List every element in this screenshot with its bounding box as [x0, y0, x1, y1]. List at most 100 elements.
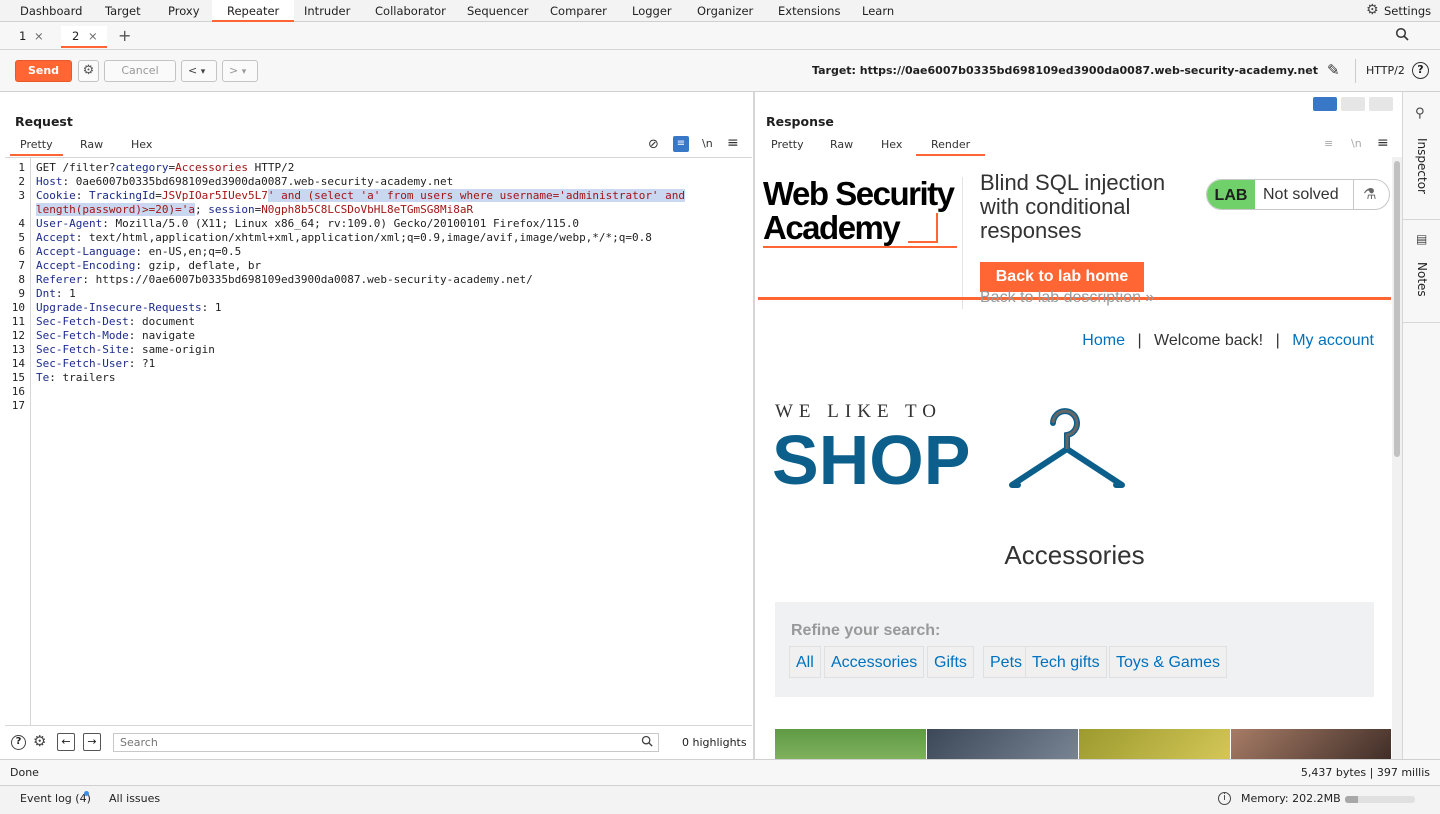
tab-hex[interactable]: Hex [881, 136, 902, 156]
target-url[interactable]: Target: https://0ae6007b0335bd698109ed39… [812, 64, 1318, 77]
add-tab-button[interactable]: + [118, 26, 131, 45]
nav-home-link[interactable]: Home [1082, 332, 1125, 349]
gear-icon[interactable]: ⚙ [33, 732, 46, 750]
product-image[interactable] [1231, 729, 1391, 759]
tab-raw[interactable]: Raw [830, 136, 853, 156]
render-scrollbar[interactable] [1392, 157, 1402, 759]
all-issues-link[interactable]: All issues [109, 792, 160, 805]
code-line[interactable]: Te: trailers [36, 371, 115, 384]
tab-pretty[interactable]: Pretty [10, 136, 63, 156]
code-line[interactable]: User-Agent: Mozilla/5.0 (X11; Linux x86_… [36, 217, 579, 230]
gear-icon[interactable]: ⚙ [1366, 2, 1379, 18]
repeater-tab-1[interactable]: 1 × [8, 26, 50, 48]
split-vertical-icon[interactable] [1341, 97, 1365, 111]
filter-pets[interactable]: Pets [983, 646, 1030, 678]
menu-repeater[interactable]: Repeater [212, 0, 295, 22]
request-editor[interactable]: 1 2 3 4 5 6 7 8 9 10 11 12 13 14 15 16 17 GET /filter?ca… [5, 157, 752, 726]
notes-icon[interactable]: ▤ [1416, 232, 1427, 246]
help-icon[interactable]: ? [1412, 62, 1429, 79]
product-image[interactable] [775, 729, 926, 759]
show-newlines-icon[interactable]: \n [702, 137, 713, 150]
code-line[interactable]: Sec-Fetch-Mode: navigate [36, 329, 195, 342]
repeater-tab-2[interactable]: 2 × [61, 26, 107, 48]
notes-tab[interactable]: Notes [1405, 262, 1439, 297]
code-line[interactable]: Dnt: 1 [36, 287, 76, 300]
cancel-button[interactable]: Cancel [104, 60, 176, 82]
hide-nonprintable-eye-icon[interactable]: ⊘ [648, 137, 659, 152]
search-icon[interactable] [1395, 27, 1409, 44]
send-button[interactable]: Send [15, 60, 72, 82]
nav-my-account-link[interactable]: My account [1292, 332, 1374, 349]
wrap-lines-icon[interactable]: ≡ [673, 136, 689, 152]
code-line[interactable]: Host: 0ae6007b0335bd698109ed3900da0087.w… [36, 175, 453, 188]
menu-organizer[interactable]: Organizer [697, 0, 753, 22]
menu-icon[interactable]: ≡ [727, 135, 739, 151]
single-view-icon[interactable] [1369, 97, 1393, 111]
edit-pencil-icon[interactable]: ✎ [1327, 61, 1340, 79]
chevron-down-icon[interactable]: ▾ [201, 67, 206, 77]
code-line[interactable]: length(password)>=20)='a; session=N0gph8… [36, 203, 473, 216]
send-settings-gear-icon[interactable]: ⚙ [78, 60, 99, 82]
show-newlines-icon[interactable]: \n [1351, 137, 1362, 150]
tab-raw[interactable]: Raw [80, 136, 103, 156]
line-gutter: 1 2 3 4 5 6 7 8 9 10 11 12 13 14 15 16 17 [5, 158, 31, 726]
code-line[interactable]: Accept-Language: en-US,en;q=0.5 [36, 245, 241, 258]
inspector-icon[interactable]: ⚲ [1415, 106, 1425, 121]
tab-hex[interactable]: Hex [131, 136, 152, 156]
filter-tech-gifts[interactable]: Tech gifts [1025, 646, 1107, 678]
code-line[interactable]: GET /filter?category=Accessories HTTP/2 [36, 161, 294, 174]
menu-sequencer[interactable]: Sequencer [467, 0, 528, 22]
code-line[interactable]: Sec-Fetch-Site: same-origin [36, 343, 215, 356]
product-image[interactable] [927, 729, 1078, 759]
filter-all[interactable]: All [789, 646, 821, 678]
menu-collaborator[interactable]: Collaborator [375, 0, 446, 22]
code-line[interactable]: Accept-Encoding: gzip, deflate, br [36, 259, 261, 272]
back-to-lab-home-button[interactable]: Back to lab home [980, 262, 1144, 292]
arrow-right-icon[interactable]: → [83, 733, 101, 751]
close-icon[interactable]: × [34, 26, 44, 46]
menu-learn[interactable]: Learn [862, 0, 894, 22]
filter-accessories[interactable]: Accessories [824, 646, 925, 678]
menu-logger[interactable]: Logger [632, 0, 672, 22]
rendered-page: Web Security Academy Blind SQL injection… [758, 157, 1392, 759]
filter-gifts[interactable]: Gifts [927, 646, 974, 678]
menu-icon[interactable]: ≡ [1377, 135, 1389, 151]
menu-comparer[interactable]: Comparer [550, 0, 607, 22]
event-log-link[interactable]: Event log (4) [20, 792, 91, 805]
info-icon[interactable]: i [1218, 792, 1231, 805]
help-icon[interactable]: ? [11, 735, 26, 750]
tab-pretty[interactable]: Pretty [771, 136, 804, 156]
history-back-button[interactable]: < ▾ [181, 60, 217, 82]
protocol-label[interactable]: HTTP/2 [1366, 64, 1405, 77]
code-line[interactable]: Sec-Fetch-User: ?1 [36, 357, 155, 370]
code-line[interactable]: Sec-Fetch-Dest: document [36, 315, 195, 328]
code-line[interactable]: Accept: text/html,application/xhtml+xml,… [36, 231, 652, 244]
arrow-left-icon[interactable]: ← [57, 733, 75, 751]
menu-proxy[interactable]: Proxy [168, 0, 200, 22]
filter-toys-games[interactable]: Toys & Games [1109, 646, 1228, 678]
code-token: Sec-Fetch-Dest [36, 315, 129, 328]
chevron-down-icon[interactable]: ▾ [242, 67, 247, 77]
line-number: 2 [18, 175, 25, 188]
tab-render[interactable]: Render [916, 136, 986, 156]
split-horizontal-icon[interactable] [1313, 97, 1337, 111]
menu-extensions[interactable]: Extensions [778, 0, 840, 22]
inspector-tab[interactable]: Inspector [1405, 138, 1439, 194]
scrollbar-thumb[interactable] [1394, 161, 1400, 457]
menu-intruder[interactable]: Intruder [304, 0, 350, 22]
code-token: Accessories [175, 161, 248, 174]
product-image[interactable] [1079, 729, 1230, 759]
menu-dashboard[interactable]: Dashboard [20, 0, 82, 22]
menu-target[interactable]: Target [105, 0, 141, 22]
code-line[interactable]: Upgrade-Insecure-Requests: 1 [36, 301, 221, 314]
history-forward-button[interactable]: > ▾ [222, 60, 258, 82]
settings-label[interactable]: Settings [1384, 0, 1431, 22]
double-chevron-icon: » [1145, 289, 1155, 306]
wrap-lines-icon[interactable]: ≡ [1324, 137, 1333, 150]
code-line[interactable]: Referer: https://0ae6007b0335bd698109ed3… [36, 273, 533, 286]
code-line[interactable]: Cookie: TrackingId=JSVpIOar5IUev5L7' and… [36, 189, 686, 202]
close-icon[interactable]: × [88, 26, 98, 46]
back-to-lab-description-link[interactable]: Back to lab description » [980, 289, 1154, 307]
side-divider [1403, 322, 1440, 323]
search-input[interactable] [113, 733, 659, 752]
